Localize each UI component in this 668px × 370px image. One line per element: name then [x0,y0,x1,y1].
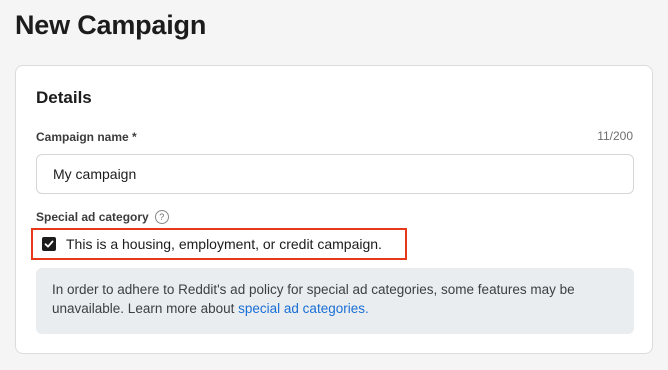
question-circle-icon[interactable]: ? [154,210,169,224]
special-ad-category-label: Special ad category [36,210,149,224]
special-ad-category-checkbox[interactable] [42,237,56,251]
campaign-name-char-count: 11/200 [597,129,633,143]
special-ad-categories-link[interactable]: special ad categories. [238,301,369,316]
special-ad-info-box: In order to adhere to Reddit's ad policy… [36,268,634,334]
campaign-name-label: Campaign name * [36,130,137,144]
checkmark-icon [44,240,54,248]
details-card: Details Campaign name * 11/200 Special a… [15,65,653,354]
special-ad-category-checkbox-label: This is a housing, employment, or credit… [66,236,382,252]
section-title-details: Details [36,88,92,107]
page-title: New Campaign [15,10,207,40]
special-ad-category-checkbox-row[interactable]: This is a housing, employment, or credit… [31,228,407,260]
special-ad-category-label-row: Special ad category ? [36,210,169,224]
campaign-name-input[interactable] [36,154,634,194]
